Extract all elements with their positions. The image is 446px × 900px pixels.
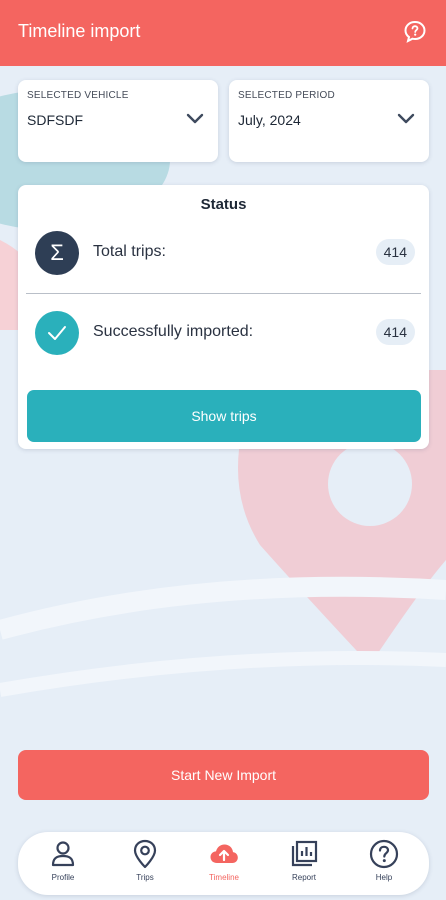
vehicle-value: SDFSDF [27, 112, 83, 128]
total-trips-label: Total trips: [93, 243, 166, 260]
vehicle-caption: SELECTED VEHICLE [27, 90, 129, 101]
total-trips-row: Σ Total trips: 414 [35, 231, 415, 275]
imported-count: 414 [375, 319, 415, 345]
period-caption: SELECTED PERIOD [238, 90, 335, 101]
bottom-nav: Profile Trips Timeline Report Help [18, 832, 429, 895]
chevron-down-icon [397, 113, 415, 124]
help-chat-button[interactable] [402, 19, 428, 45]
nav-item-report[interactable]: Report [263, 838, 345, 892]
status-card: Status Σ Total trips: 414 Successfully i… [18, 185, 429, 449]
period-selector[interactable]: SELECTED PERIOD July, 2024 [229, 80, 429, 162]
nav-item-help[interactable]: Help [343, 838, 425, 892]
nav-label: Help [375, 873, 393, 882]
nav-label: Timeline [209, 873, 239, 882]
nav-label: Trips [136, 873, 154, 882]
nav-label: Report [291, 873, 316, 882]
imported-label: Successfully imported: [93, 323, 254, 340]
nav-item-profile[interactable]: Profile [22, 838, 104, 892]
person-icon [51, 841, 75, 867]
cloud-upload-icon [210, 844, 238, 863]
imported-row: Successfully imported: 414 [35, 311, 415, 355]
start-new-import-button[interactable]: Start New Import [18, 750, 429, 800]
vehicle-selector[interactable]: SELECTED VEHICLE SDFSDF [18, 80, 218, 162]
chevron-down-icon [186, 113, 204, 124]
period-value: July, 2024 [238, 112, 301, 128]
help-icon [369, 839, 399, 869]
report-icon [291, 840, 318, 867]
app-header: Timeline import [0, 0, 446, 66]
status-title: Status [200, 196, 247, 213]
total-trips-count: 414 [375, 239, 415, 265]
show-trips-button[interactable]: Show trips [27, 390, 421, 442]
check-icon [35, 311, 79, 355]
nav-item-trips[interactable]: Trips [104, 838, 186, 892]
nav-item-timeline[interactable]: Timeline [183, 838, 265, 892]
sigma-icon: Σ [35, 231, 79, 275]
nav-label: Profile [51, 873, 75, 882]
page-title: Timeline import [18, 21, 141, 41]
help-chat-icon [404, 20, 426, 43]
location-pin-icon [133, 839, 157, 869]
divider [26, 293, 421, 294]
